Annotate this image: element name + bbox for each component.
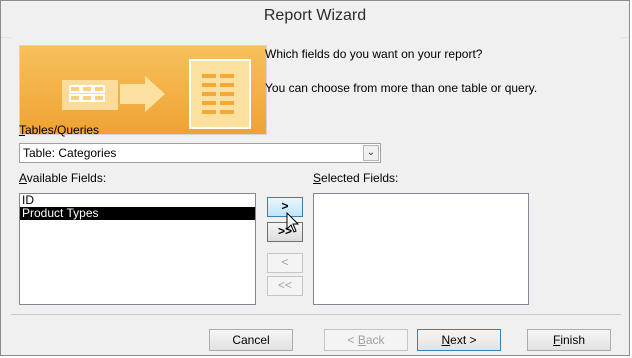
tables-queries-label: Tables/Queries: [19, 123, 100, 137]
cancel-button[interactable]: Cancel: [209, 329, 293, 351]
available-fields-label: Available Fields:: [19, 171, 107, 185]
window-title: Report Wizard: [263, 7, 367, 24]
available-fields-list[interactable]: ID Product Types: [19, 193, 256, 305]
back-button[interactable]: < Back: [324, 329, 408, 351]
tables-queries-combo[interactable]: Table: Categories ⌄: [19, 143, 381, 163]
prompt-line-2: You can choose from more than one table …: [265, 81, 538, 95]
selected-fields-list[interactable]: [313, 193, 529, 305]
selected-fields-label: Selected Fields:: [313, 171, 399, 185]
chevron-down-icon[interactable]: ⌄: [363, 145, 379, 161]
next-button[interactable]: Next >: [417, 329, 501, 351]
wizard-body: Which fields do you want on your report?…: [11, 37, 621, 353]
list-item[interactable]: Product Types: [20, 207, 255, 220]
prompt-line-1: Which fields do you want on your report?: [265, 47, 483, 61]
tables-queries-value: Table: Categories: [23, 146, 117, 160]
title-bar[interactable]: Report Wizard: [1, 1, 629, 38]
remove-all-fields-button[interactable]: <<: [267, 276, 303, 296]
finish-button[interactable]: Finish: [527, 329, 611, 351]
remove-field-button[interactable]: <: [267, 253, 303, 273]
report-wizard-window: Report Wizard Which fields do you want o…: [0, 0, 630, 356]
wizard-illustration-icon: [19, 45, 267, 135]
footer-divider: [11, 314, 621, 315]
mouse-pointer-icon: [286, 211, 300, 239]
